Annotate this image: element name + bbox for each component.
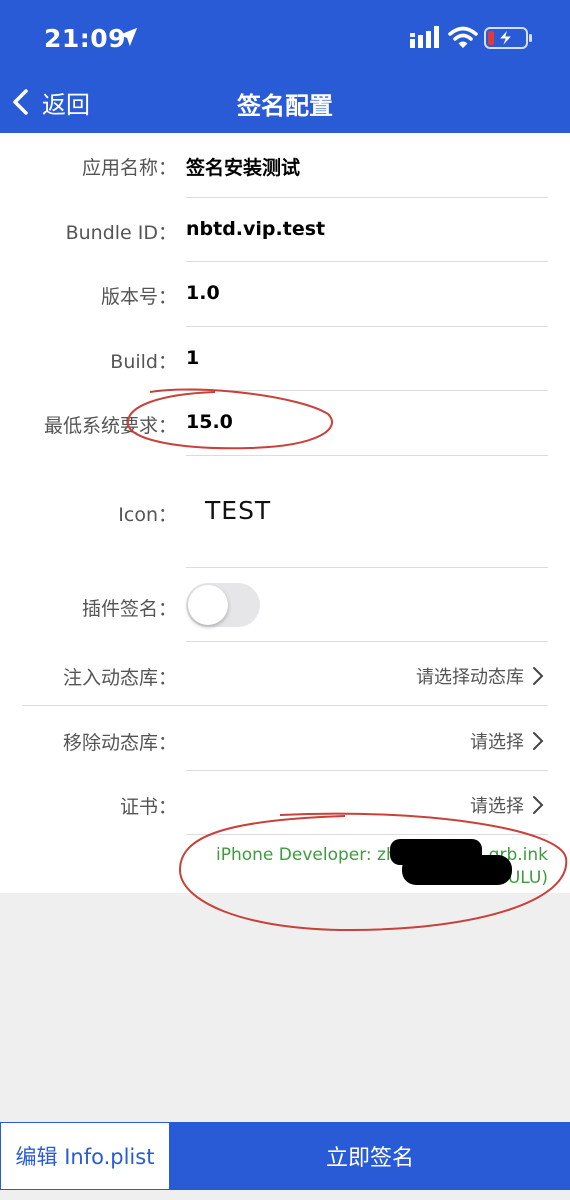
icon-label: Icon： <box>118 504 177 526</box>
certificate-name-line1-start: iPhone Developer: zh <box>216 845 397 865</box>
location-arrow-icon <box>118 27 138 47</box>
divider <box>186 326 548 327</box>
app-name-value[interactable]: 签名安装测试 <box>186 153 300 180</box>
signing-config-form: 应用名称： 签名安装测试 Bundle ID： nbtd.vip.test 版本… <box>0 133 570 893</box>
bundle-id-value[interactable]: nbtd.vip.test <box>186 218 325 240</box>
divider <box>186 567 548 568</box>
divider <box>186 390 548 391</box>
divider <box>22 705 548 706</box>
build-label: Build： <box>110 351 177 373</box>
certificate-picker-text: 请选择 <box>470 796 524 817</box>
app-icon-preview[interactable]: TEST <box>205 496 271 525</box>
min-os-label: 最低系统要求： <box>43 415 177 437</box>
version-label: 版本号： <box>100 286 177 308</box>
version-value[interactable]: 1.0 <box>186 282 220 304</box>
divider <box>186 261 548 262</box>
inject-dylib-label: 注入动态库： <box>62 667 177 689</box>
chevron-right-icon <box>533 732 544 750</box>
toggle-knob <box>188 585 228 625</box>
status-time-text: 21:09 <box>44 24 127 53</box>
status-icons <box>410 26 534 52</box>
certificate-picker[interactable]: 请选择 <box>470 792 544 818</box>
divider <box>186 834 548 835</box>
remove-dylib-picker[interactable]: 请选择 <box>470 728 544 754</box>
certificate-name-line2-end: ULU) <box>507 868 548 888</box>
chevron-right-icon <box>533 796 544 814</box>
remove-dylib-picker-text: 请选择 <box>470 732 524 753</box>
page-title: 签名配置 <box>237 92 333 120</box>
inject-dylib-picker-text: 请选择动态库 <box>416 667 524 688</box>
build-value[interactable]: 1 <box>186 347 199 369</box>
chevron-right-icon <box>533 667 544 685</box>
inject-dylib-picker[interactable]: 请选择动态库 <box>416 663 544 689</box>
sign-now-button[interactable]: 立即签名 <box>170 1122 570 1190</box>
cellular-signal-icon <box>410 26 439 48</box>
bundle-id-label: Bundle ID： <box>65 222 177 244</box>
min-os-value[interactable]: 15.0 <box>186 411 233 433</box>
wifi-icon <box>448 26 478 48</box>
edit-info-plist-button[interactable]: 编辑 Info.plist <box>0 1122 170 1190</box>
top-bar: 21:09 返回 签名配置 <box>0 0 570 133</box>
plugin-sign-toggle[interactable] <box>186 583 260 627</box>
app-name-label: 应用名称： <box>81 157 177 179</box>
bottom-action-bar: 编辑 Info.plist 立即签名 <box>0 1122 570 1190</box>
certificate-label: 证书： <box>119 796 177 818</box>
battery-charging-icon <box>484 27 532 49</box>
redaction-mark <box>402 855 512 885</box>
status-bar-time: 21:09 <box>44 24 138 53</box>
remove-dylib-label: 移除动态库： <box>62 732 177 754</box>
divider <box>186 197 548 198</box>
plugin-sign-label: 插件签名： <box>81 598 177 620</box>
divider <box>186 770 548 771</box>
divider <box>186 641 548 642</box>
divider <box>186 455 548 456</box>
